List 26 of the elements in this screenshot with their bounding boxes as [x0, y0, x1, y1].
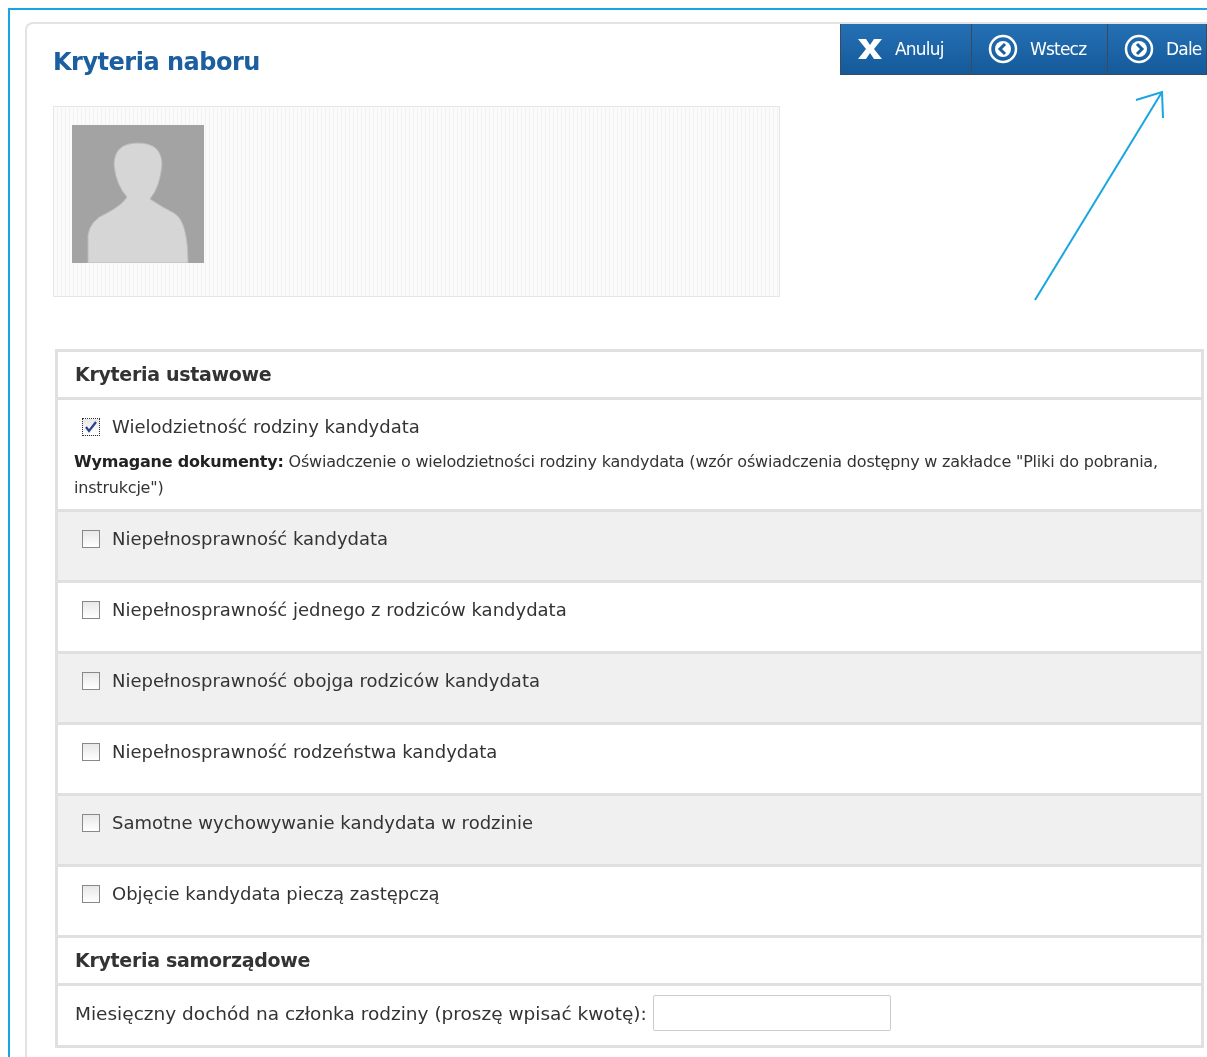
next-circle-icon — [1124, 34, 1154, 64]
avatar-silhouette-icon — [72, 125, 204, 263]
next-button[interactable]: Dale — [1107, 24, 1206, 74]
checkbox-label: Objęcie kandydata pieczą zastępczą — [112, 883, 440, 904]
checkbox[interactable] — [82, 742, 100, 761]
checkbox-label: Samotne wychowywanie kandydata w rodzinie — [112, 812, 533, 833]
back-button[interactable]: Wstecz — [971, 24, 1107, 74]
section-heading: Kryteria samorządowe — [58, 938, 1201, 986]
page-title: Kryteria naboru — [53, 48, 260, 76]
cancel-button[interactable]: Anuluj — [841, 24, 971, 74]
checkbox[interactable] — [82, 671, 100, 690]
income-input-field[interactable] — [652, 995, 891, 1031]
back-circle-icon — [988, 34, 1018, 64]
checkbox-label: Niepełnosprawność obojga rodziców kandydata — [112, 670, 540, 691]
field-label: Miesięczny dochód na członka rodziny (proszę wpisać kwotę): — [75, 1002, 647, 1024]
checkbox-label: Niepełnosprawność jednego z rodziców kandydata — [112, 599, 567, 620]
close-icon — [857, 38, 883, 60]
checkbox-label: Wielodzietność rodziny kandydata — [112, 416, 420, 437]
required-documents-text: Wymagane dokumenty: Oświadczenie o wielodzietności rodziny kandydata (wzór oświadczenia dostępny w zakładce "Pliki do pobrania, instrukcje") — [74, 451, 1159, 499]
checkbox[interactable] — [82, 417, 100, 436]
checkbox[interactable] — [82, 884, 100, 903]
checkbox[interactable] — [82, 813, 100, 832]
checkbox[interactable] — [82, 600, 100, 619]
checkbox-label: Niepełnosprawność kandydata — [112, 528, 389, 549]
checkbox-label: Niepełnosprawność rodzeństwa kandydata — [112, 741, 498, 762]
checkbox[interactable] — [82, 529, 100, 548]
